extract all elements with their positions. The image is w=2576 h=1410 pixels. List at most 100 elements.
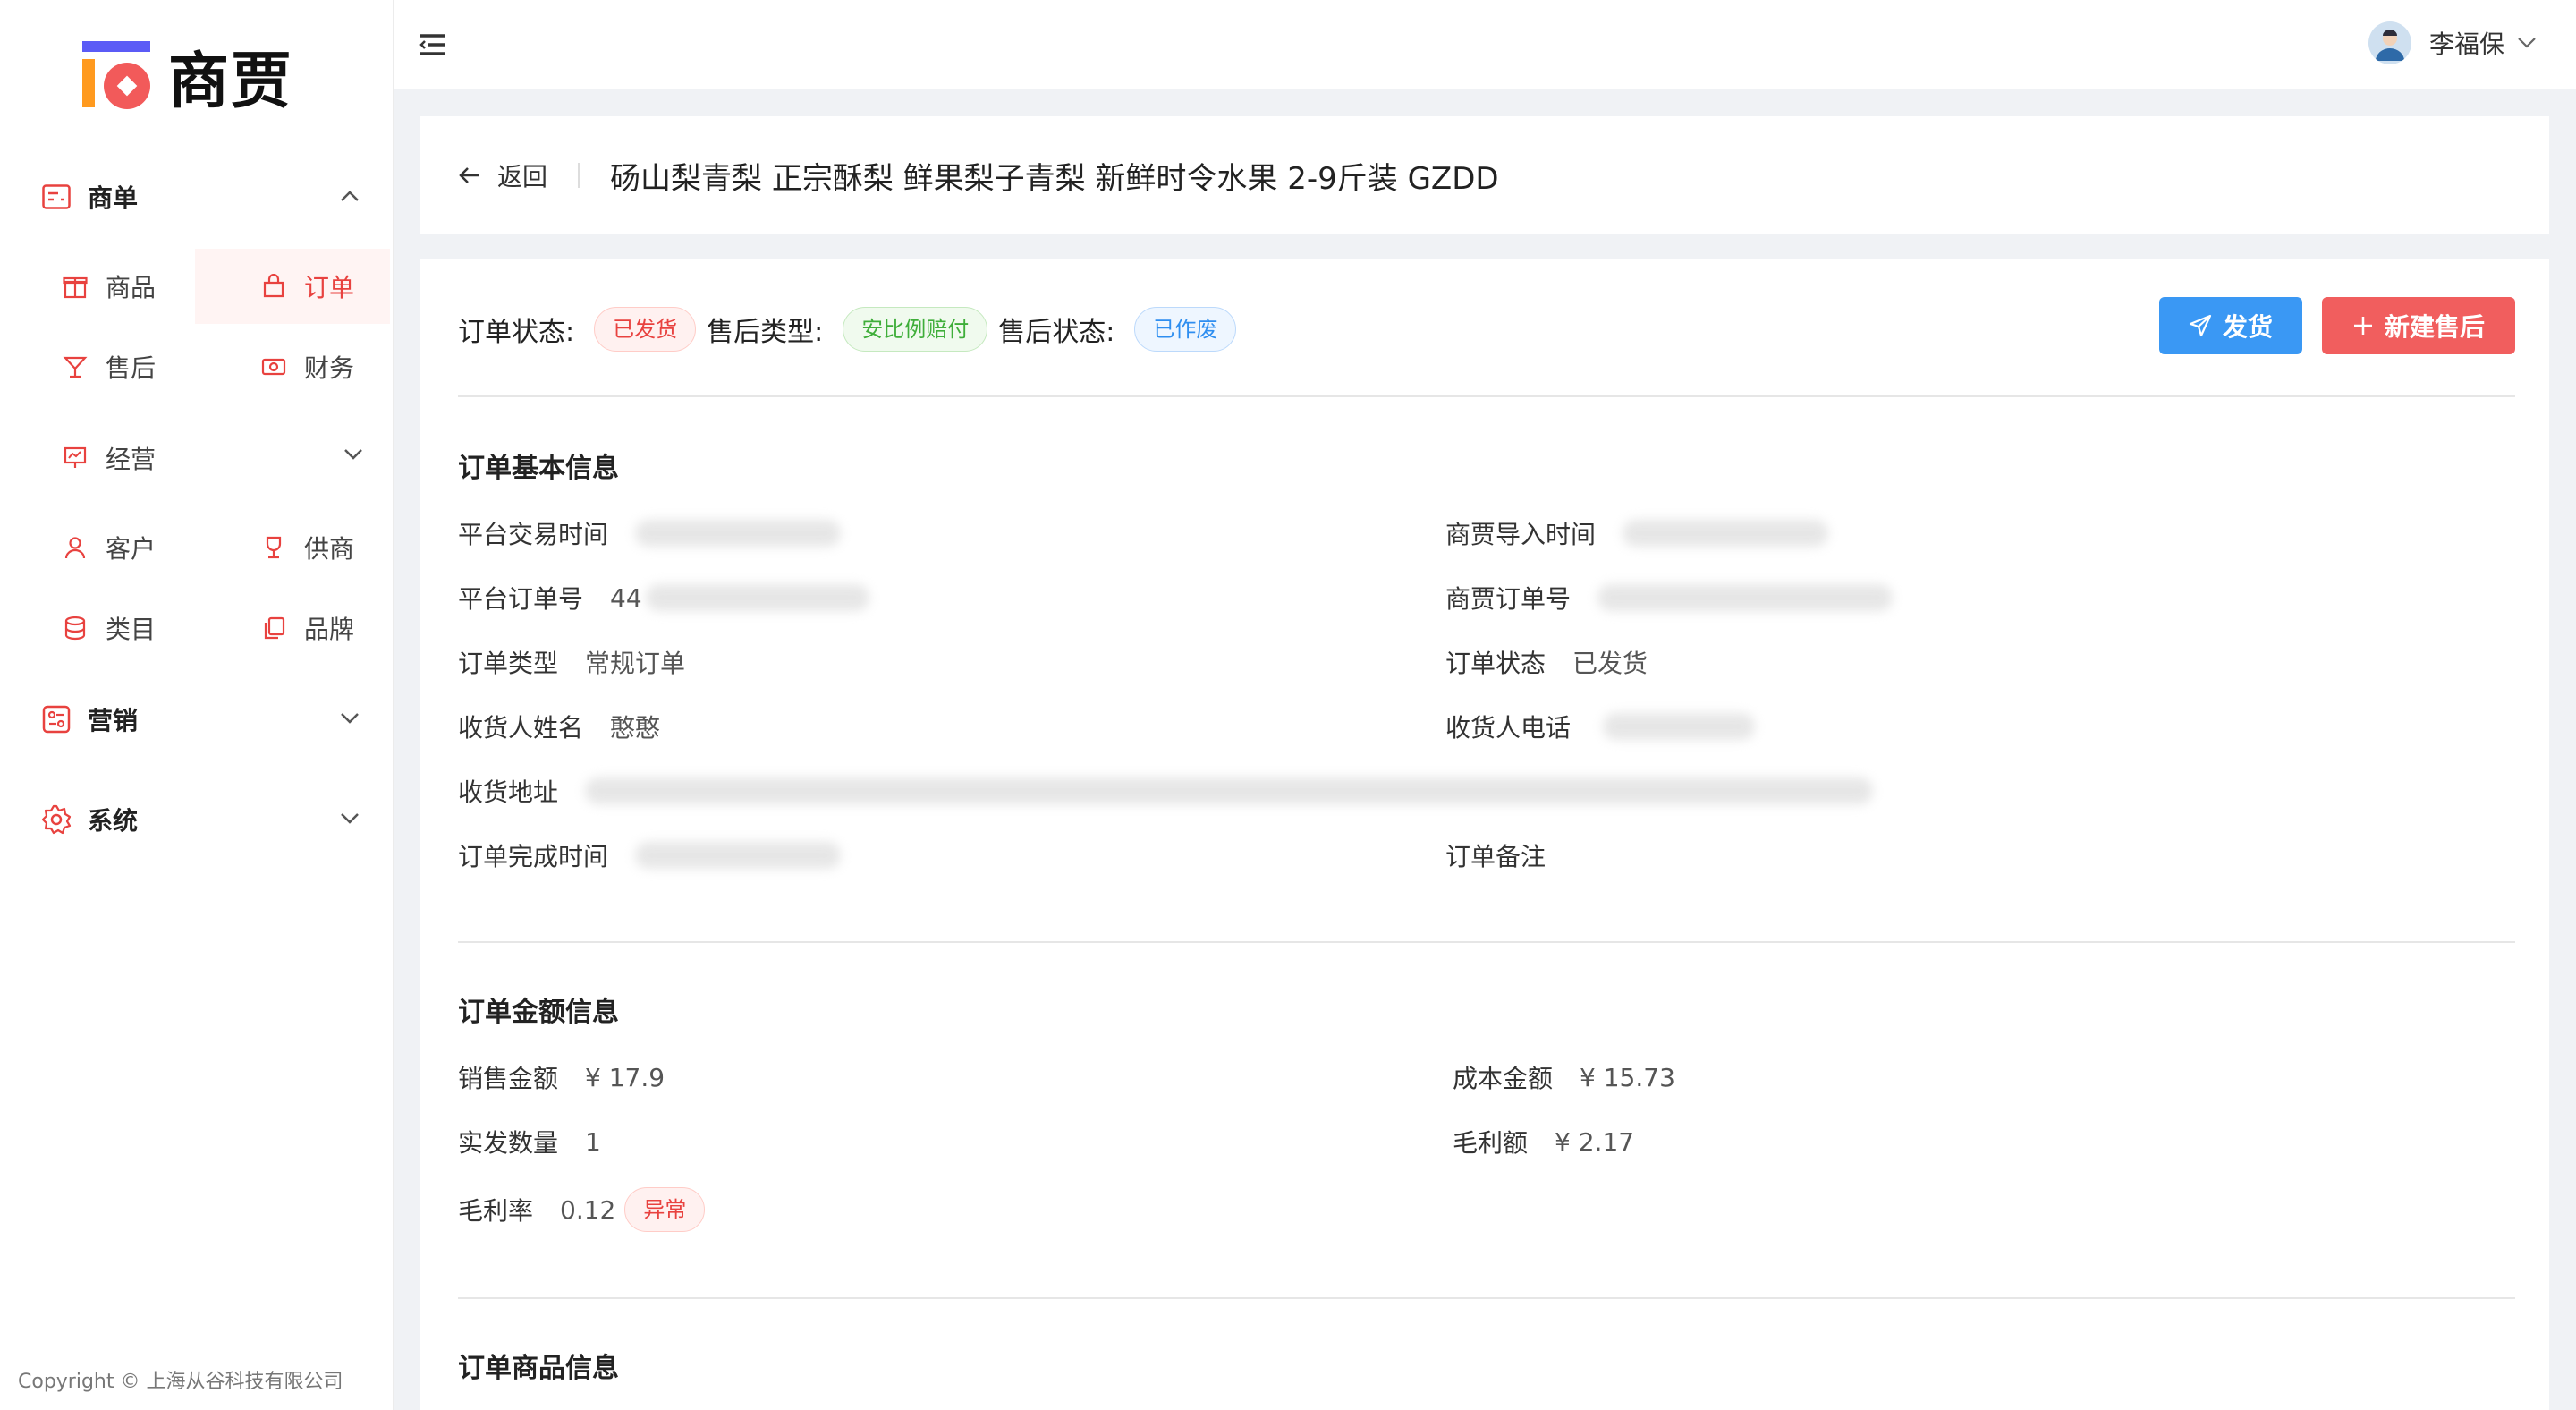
brand-logo[interactable]: 商贾 xyxy=(79,39,293,117)
new-aftersale-button-label: 新建售后 xyxy=(2384,313,2485,341)
field-label: 订单备注 xyxy=(1445,842,1546,871)
plus-icon xyxy=(2353,317,2372,335)
platform-order-no-field: 平台订单号 44 xyxy=(458,580,869,616)
field-value: 憨憨 xyxy=(610,713,661,743)
field-label: 毛利额 xyxy=(1453,1128,1529,1158)
field-value: ¥ 17.9 xyxy=(585,1062,665,1092)
sidebar-item-finance[interactable]: 财务 xyxy=(261,329,440,404)
shangjia-order-no-field: 商贾订单号 xyxy=(1445,580,1894,616)
field-label: 平台交易时间 xyxy=(458,520,609,549)
sales-amount-field: 销售金额 ¥ 17.9 xyxy=(458,1059,665,1095)
marketing-icon xyxy=(41,704,72,735)
chevron-down-icon xyxy=(336,705,363,732)
cost-amount-field: 成本金额 ¥ 15.73 xyxy=(1453,1059,1675,1095)
sidebar-group-system[interactable]: 系统 xyxy=(41,793,363,846)
anomaly-badge: 异常 xyxy=(624,1187,706,1232)
receiver-name-field: 收货人姓名 憨憨 xyxy=(458,709,660,744)
field-value: 1 xyxy=(585,1126,601,1157)
field-label: 销售金额 xyxy=(458,1064,559,1093)
section-divider xyxy=(458,941,2515,943)
chevron-down-icon xyxy=(2517,32,2538,54)
order-detail-card: 订单状态: 已发货 售后类型: 安比例赔付 售后状态: 已作废 发货 新建售后 … xyxy=(420,259,2549,1410)
field-value: ¥ 15.73 xyxy=(1580,1062,1675,1092)
field-label: 订单完成时间 xyxy=(458,842,609,871)
quantity-field: 实发数量 1 xyxy=(458,1124,601,1159)
page-title: 砀山梨青梨 正宗酥梨 鲜果梨子青梨 新鲜时令水果 2-9斤装 GZDD xyxy=(610,160,1499,197)
sidebar: 商贾 商单 商品 订单 售后 财务 经营 客户 供商 类目 品牌 营销 系统 C… xyxy=(0,0,394,1410)
sidebar-item-operations[interactable]: 经营 xyxy=(63,420,363,496)
new-aftersale-button[interactable]: 新建售后 xyxy=(2322,297,2515,354)
brand-name: 商贾 xyxy=(168,46,294,117)
user-menu[interactable]: 李福保 xyxy=(2368,16,2538,70)
redacted-value xyxy=(645,584,869,611)
field-label: 订单类型 xyxy=(458,649,559,678)
field-label: 实发数量 xyxy=(458,1128,559,1158)
redacted-value xyxy=(1603,713,1756,740)
gear-icon xyxy=(41,804,72,835)
redacted-value xyxy=(1623,520,1829,547)
redacted-value xyxy=(585,777,1874,804)
sidebar-item-aftersale[interactable]: 售后 xyxy=(63,329,242,404)
gift-box-icon xyxy=(63,274,88,299)
sidebar-group-label: 商单 xyxy=(88,183,139,213)
after-type-label: 售后类型: xyxy=(707,317,824,348)
menu-toggle-icon[interactable] xyxy=(419,30,447,59)
field-label: 商贾订单号 xyxy=(1445,584,1572,614)
sidebar-item-label: 品牌 xyxy=(304,615,355,644)
sidebar-item-label: 供商 xyxy=(304,534,355,564)
sidebar-item-label: 商品 xyxy=(106,273,157,302)
field-label: 成本金额 xyxy=(1453,1064,1554,1093)
basic-info-title: 订单基本信息 xyxy=(458,453,619,484)
page-header-card: 返回 砀山梨青梨 正宗酥梨 鲜果梨子青梨 新鲜时令水果 2-9斤装 GZDD xyxy=(420,116,2549,234)
field-label: 收货地址 xyxy=(458,777,559,807)
chevron-up-icon xyxy=(336,183,363,209)
sidebar-item-label: 财务 xyxy=(304,353,355,383)
title-divider xyxy=(578,163,580,188)
order-type-field: 订单类型 常规订单 xyxy=(458,644,685,680)
import-time-field: 商贾导入时间 xyxy=(1445,515,1829,551)
sidebar-group-orders[interactable]: 商单 xyxy=(41,170,363,224)
back-label: 返回 xyxy=(497,162,548,191)
chevron-down-icon xyxy=(336,805,363,832)
sidebar-group-marketing[interactable]: 营销 xyxy=(41,692,363,746)
after-status-badge: 已作废 xyxy=(1134,307,1237,352)
section-divider xyxy=(458,1297,2515,1299)
sidebar-item-orders[interactable]: 订单 xyxy=(195,249,390,324)
send-icon xyxy=(2189,314,2212,337)
complete-time-field: 订单完成时间 xyxy=(458,837,842,873)
top-header: 李福保 xyxy=(394,0,2576,89)
sidebar-item-label: 客户 xyxy=(106,534,157,564)
trophy-icon xyxy=(261,535,286,560)
copy-icon xyxy=(261,616,286,641)
field-label: 毛利率 xyxy=(458,1196,534,1226)
receiver-phone-field: 收货人电话 xyxy=(1445,709,1756,744)
platform-trade-time-field: 平台交易时间 xyxy=(458,515,842,551)
redacted-value xyxy=(635,842,842,869)
back-button[interactable]: 返回 xyxy=(458,157,547,193)
after-type-badge: 安比例赔付 xyxy=(843,307,988,352)
order-status-badge: 已发货 xyxy=(594,307,697,352)
field-label: 收货人电话 xyxy=(1445,713,1572,743)
sidebar-item-label: 经营 xyxy=(106,445,157,474)
sidebar-item-suppliers[interactable]: 供商 xyxy=(261,510,440,585)
sidebar-item-brands[interactable]: 品牌 xyxy=(261,590,440,666)
sidebar-item-categories[interactable]: 类目 xyxy=(63,590,242,666)
field-label: 商贾导入时间 xyxy=(1445,520,1597,549)
trophy-cup-icon xyxy=(63,354,88,379)
ship-button-label: 发货 xyxy=(2222,313,2273,341)
order-status-field: 订单状态 已发货 xyxy=(1445,644,1648,680)
arrow-left-icon xyxy=(459,167,479,183)
order-list-icon xyxy=(41,182,72,212)
sidebar-item-customers[interactable]: 客户 xyxy=(63,510,242,585)
sidebar-item-label: 订单 xyxy=(304,273,355,302)
chevron-down-icon xyxy=(343,447,363,464)
database-icon xyxy=(63,616,88,641)
sidebar-item-label: 售后 xyxy=(106,353,157,383)
avatar xyxy=(2368,21,2411,64)
gross-margin-field: 毛利率 0.12 异常 xyxy=(458,1187,716,1232)
address-field: 收货地址 xyxy=(458,773,1874,809)
user-name: 李福保 xyxy=(2428,30,2504,59)
ship-button[interactable]: 发货 xyxy=(2159,297,2302,354)
copyright-text: Copyright © 上海从谷科技有限公司 xyxy=(18,1371,343,1393)
presentation-chart-icon xyxy=(63,446,88,471)
